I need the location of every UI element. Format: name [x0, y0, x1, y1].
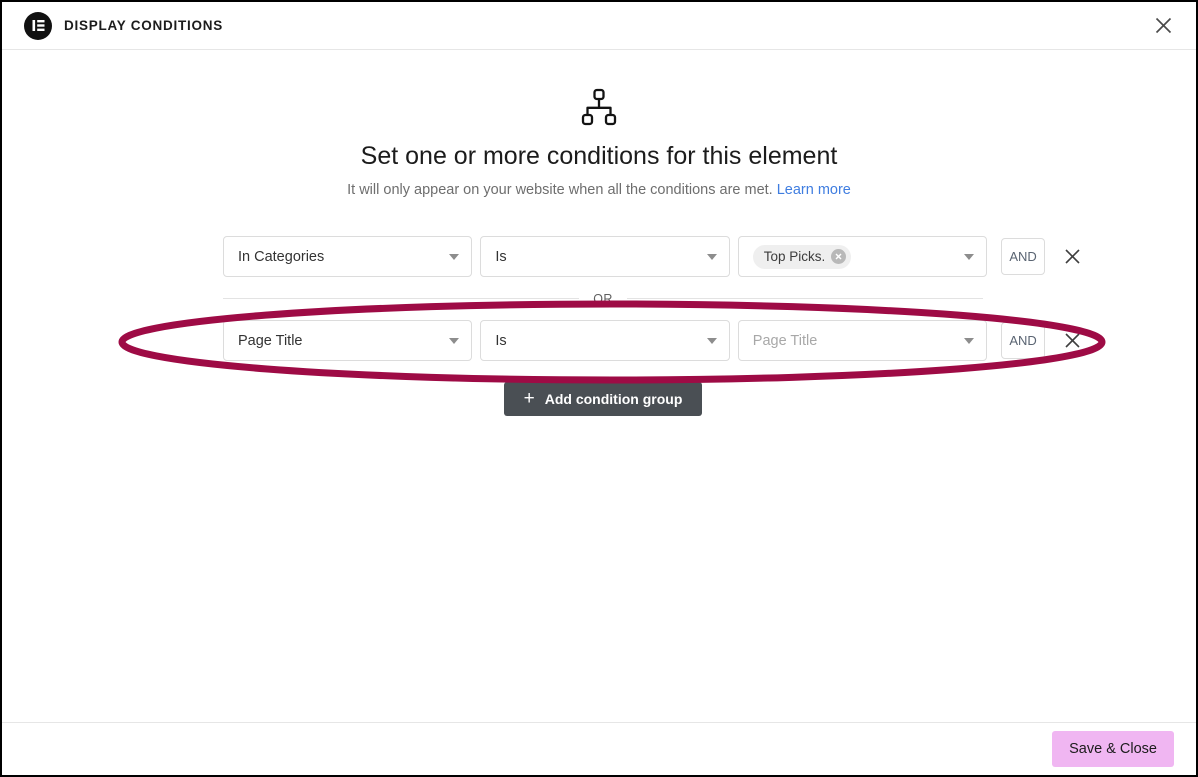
add-condition-group-button[interactable]: + Add condition group [504, 382, 703, 416]
elementor-logo-icon [24, 12, 52, 40]
condition-comparator-select[interactable]: Is [480, 320, 729, 361]
condition-row: Page Title Is Page Title AND [223, 320, 1083, 361]
value-chip-label: Top Picks. [764, 249, 826, 264]
sitemap-icon [577, 88, 621, 128]
value-chip: Top Picks. [753, 245, 852, 269]
hero-section: Set one or more conditions for this elem… [2, 88, 1196, 200]
hero-subtitle: It will only appear on your website when… [2, 180, 1196, 200]
display-conditions-modal: DISPLAY CONDITIONS Set one or more condi… [0, 0, 1198, 777]
condition-type-value: Page Title [238, 333, 303, 349]
hero-subtitle-text: It will only appear on your website when… [347, 182, 773, 198]
condition-comparator-value: Is [495, 249, 506, 265]
or-divider: OR [223, 277, 983, 320]
page-title: DISPLAY CONDITIONS [64, 18, 223, 33]
chip-remove-icon[interactable] [831, 249, 846, 264]
condition-comparator-value: Is [495, 333, 506, 349]
condition-value-placeholder: Page Title [753, 333, 818, 349]
save-and-close-button[interactable]: Save & Close [1052, 731, 1174, 767]
condition-logic-button[interactable]: AND [1001, 322, 1045, 359]
divider-line-left [223, 298, 579, 299]
chevron-down-icon [964, 338, 974, 344]
learn-more-link[interactable]: Learn more [777, 182, 851, 198]
or-label: OR [579, 292, 627, 306]
chevron-down-icon [964, 254, 974, 260]
condition-row: In Categories Is Top Picks. [223, 236, 1083, 277]
conditions-list: In Categories Is Top Picks. [223, 236, 1083, 416]
close-icon[interactable] [1148, 11, 1178, 41]
condition-value-select[interactable]: Page Title [738, 320, 987, 361]
add-condition-group-label: Add condition group [545, 391, 683, 407]
modal-footer: Save & Close [2, 722, 1196, 775]
modal-header: DISPLAY CONDITIONS [2, 2, 1196, 50]
plus-icon: + [524, 389, 535, 408]
condition-value-select[interactable]: Top Picks. [738, 236, 987, 277]
condition-type-value: In Categories [238, 249, 324, 265]
condition-type-select[interactable]: Page Title [223, 320, 472, 361]
condition-type-select[interactable]: In Categories [223, 236, 472, 277]
add-condition-group-row: + Add condition group [223, 382, 983, 416]
condition-comparator-select[interactable]: Is [480, 236, 729, 277]
divider-line-right [627, 298, 983, 299]
chevron-down-icon [707, 254, 717, 260]
chevron-down-icon [707, 338, 717, 344]
remove-row-icon[interactable] [1061, 246, 1083, 268]
condition-logic-button[interactable]: AND [1001, 238, 1045, 275]
hero-title: Set one or more conditions for this elem… [2, 140, 1196, 172]
chevron-down-icon [449, 338, 459, 344]
chevron-down-icon [449, 254, 459, 260]
remove-row-icon[interactable] [1061, 330, 1083, 352]
